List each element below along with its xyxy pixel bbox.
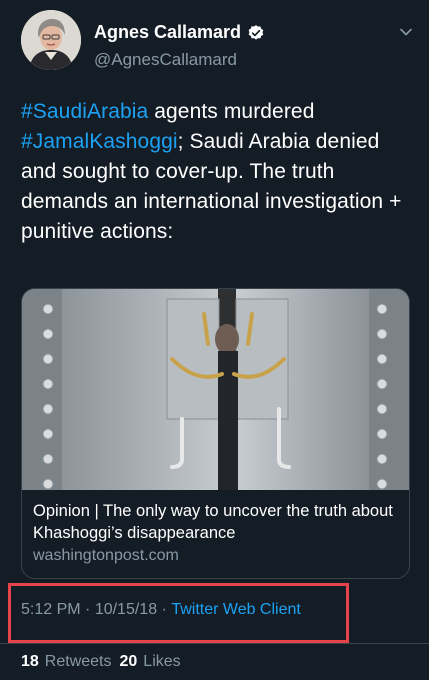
link-card[interactable]: Opinion | The only way to uncover the tr… [21,288,410,579]
card-domain: washingtonpost.com [33,547,179,564]
tweet-meta: 5:12 PM · 10/15/18 · Twitter Web Client [21,601,301,619]
card-title[interactable]: Opinion | The only way to uncover the tr… [33,500,398,544]
tweet-header: Agnes Callamard @AgnesCallamard [21,10,416,72]
tweet-source-link[interactable]: Twitter Web Client [171,601,301,619]
likes-label[interactable]: Likes [143,653,180,671]
tweet-date[interactable]: 10/15/18 [95,601,157,619]
tweet-time[interactable]: 5:12 PM [21,601,81,619]
retweets-count[interactable]: 18 [21,653,39,671]
tweet-text: #SaudiArabia agents murdered #JamalKasho… [21,97,416,247]
meta-separator: · [80,601,95,618]
name-row[interactable]: Agnes Callamard [94,22,265,43]
hashtag-jamalkashoggi[interactable]: #JamalKashoggi [21,130,178,153]
verified-badge-icon [248,24,264,40]
likes-count[interactable]: 20 [120,653,138,671]
retweets-label[interactable]: Retweets [45,653,112,671]
meta-separator: · [157,601,172,618]
chevron-down-icon[interactable] [398,24,414,40]
tweet-text-part: agents murdered [148,100,315,123]
user-handle[interactable]: @AgnesCallamard [94,50,237,70]
card-image [22,289,409,490]
avatar[interactable] [21,10,81,70]
tweet-stats: 18 Retweets 20 Likes [21,653,181,671]
divider [0,643,429,644]
hashtag-saudiarabia[interactable]: #SaudiArabia [21,100,148,123]
display-name[interactable]: Agnes Callamard [94,22,241,43]
